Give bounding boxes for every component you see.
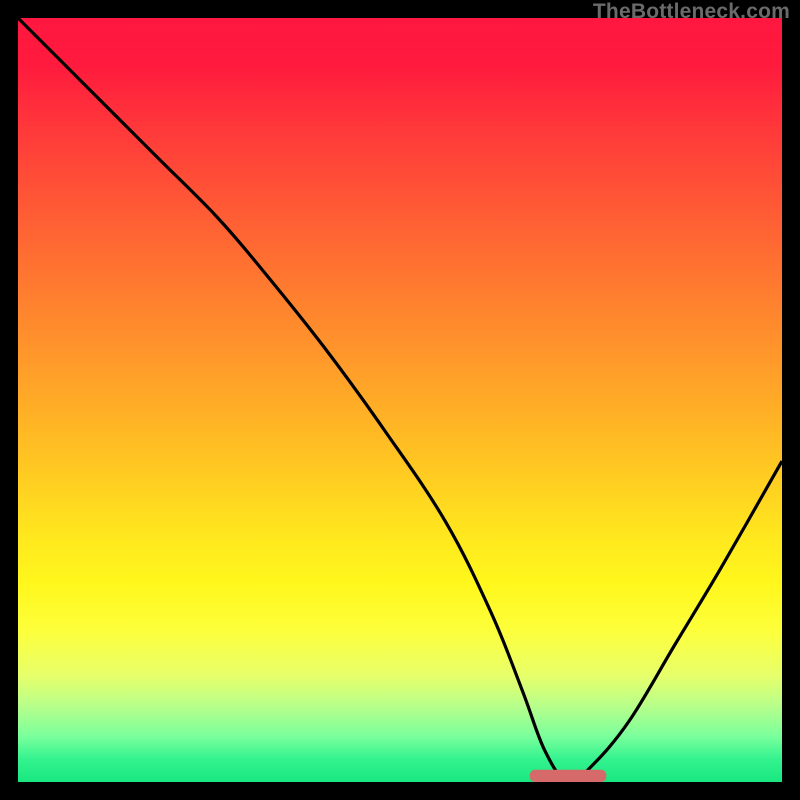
plot-area xyxy=(18,18,782,782)
chart-frame: TheBottleneck.com xyxy=(0,0,800,800)
bottleneck-curve xyxy=(18,18,782,782)
chart-svg xyxy=(18,18,782,782)
optimum-marker xyxy=(530,770,606,782)
